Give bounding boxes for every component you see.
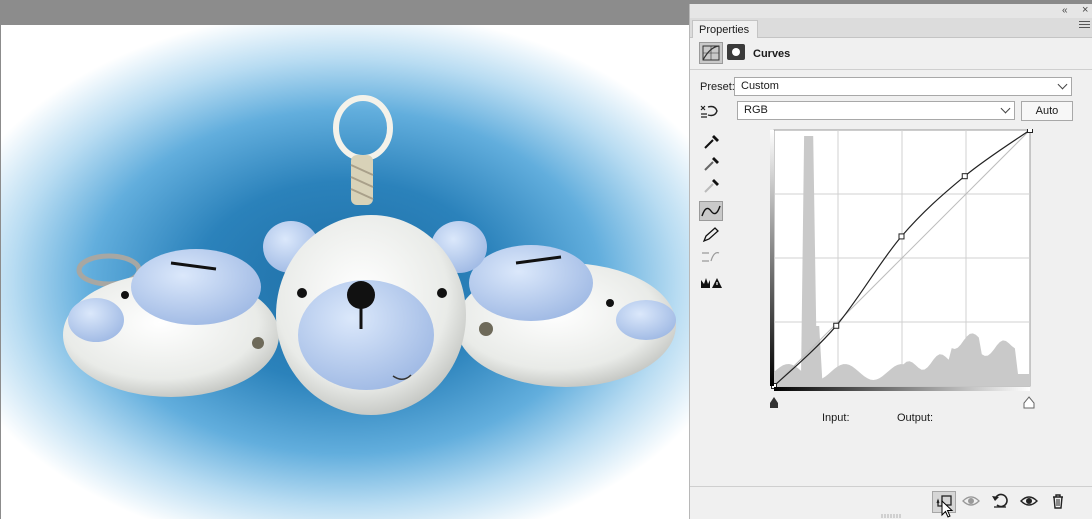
input-gradient-bar <box>774 387 1030 391</box>
panel-tab-row: Properties <box>690 18 1092 38</box>
polar-bear-charm-image <box>63 95 676 415</box>
preset-dropdown[interactable]: Custom <box>734 77 1072 96</box>
curves-adjustment-icon[interactable] <box>699 42 723 64</box>
panel-bottom-bar <box>690 486 1092 514</box>
curve-control-point[interactable] <box>833 322 840 329</box>
adjustment-title: Curves <box>753 48 791 60</box>
channel-value: RGB <box>744 104 768 116</box>
view-previous-state-button[interactable] <box>960 491 984 513</box>
smooth-curve-icon[interactable] <box>699 247 723 267</box>
preset-label: Preset: <box>700 81 735 93</box>
output-gradient-bar <box>770 130 774 386</box>
curve-control-point[interactable] <box>961 173 968 180</box>
auto-button[interactable]: Auto <box>1021 101 1073 121</box>
input-label: Input: <box>822 412 850 424</box>
adjustment-header: Curves <box>690 38 1092 70</box>
mouse-pointer-icon <box>941 500 954 518</box>
channel-dropdown[interactable]: RGB <box>737 101 1015 120</box>
close-panel-icon[interactable]: × <box>1082 4 1088 16</box>
output-label: Output: <box>897 412 934 424</box>
black-input-slider[interactable] <box>770 397 778 408</box>
document-image[interactable] <box>1 25 689 519</box>
curve-control-point[interactable] <box>1027 129 1033 133</box>
reset-adjustments-button[interactable] <box>989 491 1013 513</box>
white-input-slider[interactable] <box>1023 396 1035 409</box>
canvas-area[interactable] <box>0 0 690 519</box>
on-image-adjustment-icon[interactable] <box>699 102 721 120</box>
chevron-down-icon <box>1057 79 1068 90</box>
collapse-panel-icon[interactable]: « <box>1062 5 1068 16</box>
delete-layer-button[interactable] <box>1047 491 1071 513</box>
panel-menu-icon[interactable] <box>1079 21 1090 31</box>
white-point-eyedropper-icon[interactable] <box>699 175 723 195</box>
panel-resize-grip[interactable] <box>880 514 904 518</box>
clipping-warning-icon[interactable] <box>699 274 723 294</box>
properties-panel: « × Properties Curves Preset: Custom RGB <box>689 4 1092 519</box>
panel-top-bar: « × <box>690 4 1092 18</box>
chevron-down-icon <box>1000 103 1011 114</box>
layer-mask-icon[interactable] <box>727 44 745 60</box>
curves-graph[interactable] <box>770 129 1040 411</box>
black-point-eyedropper-icon[interactable] <box>699 131 723 151</box>
toggle-visibility-button[interactable] <box>1018 491 1042 513</box>
gray-point-eyedropper-icon[interactable] <box>699 153 723 173</box>
curve-control-point[interactable] <box>898 233 905 240</box>
tab-properties[interactable]: Properties <box>692 20 759 38</box>
preset-value: Custom <box>741 80 779 92</box>
edit-points-curve-icon[interactable] <box>699 201 723 221</box>
draw-pencil-icon[interactable] <box>699 225 723 245</box>
